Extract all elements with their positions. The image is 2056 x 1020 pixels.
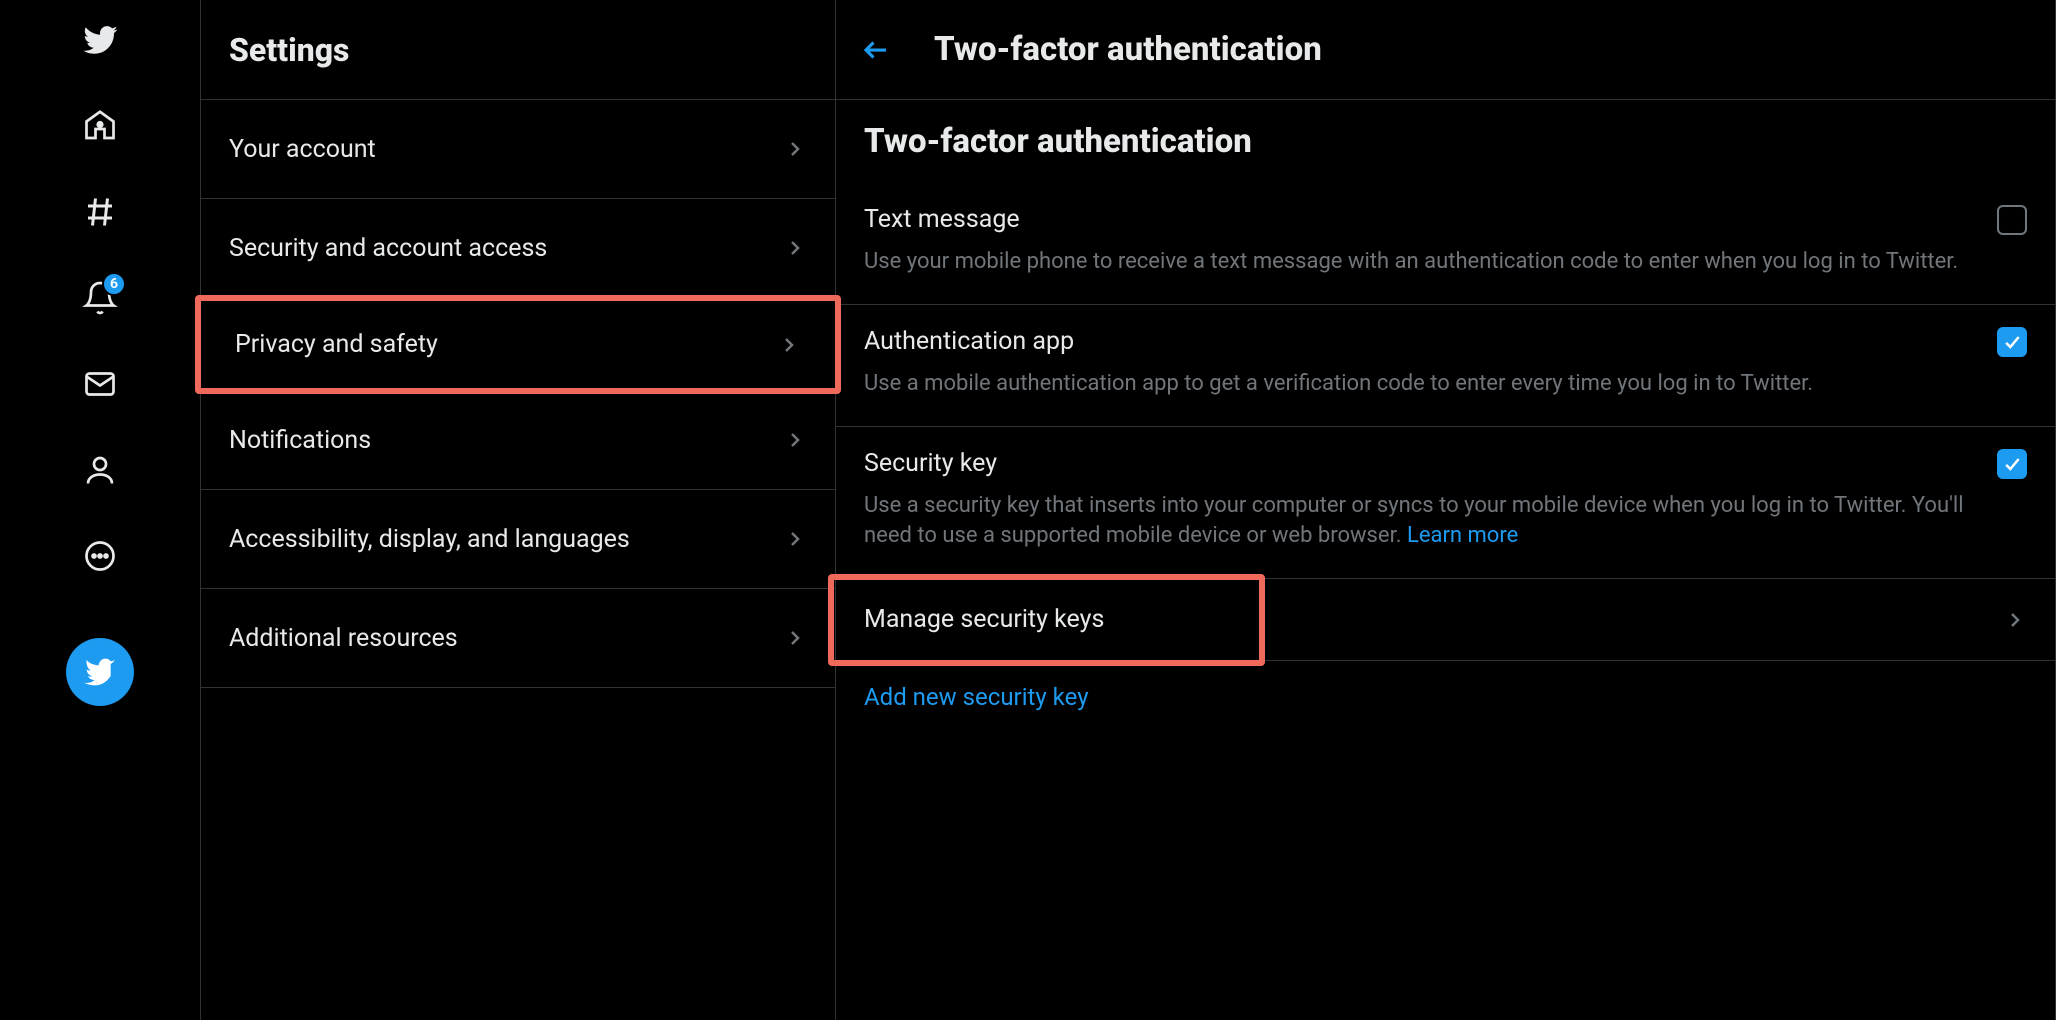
back-button[interactable] [856,30,896,70]
home-icon[interactable] [80,106,120,146]
notifications-icon[interactable]: 6 [80,278,120,318]
main-column: Two-factor authentication Two-factor aut… [836,0,2056,1020]
option-label: Security key [864,449,997,478]
manage-security-keys-item[interactable]: Manage security keys [836,579,2055,661]
auth-app-checkbox[interactable] [1997,327,2027,357]
option-auth-app: Authentication app Use a mobile authenti… [836,305,2055,427]
security-key-checkbox[interactable] [1997,449,2027,479]
section-title: Two-factor authentication [836,100,2055,183]
settings-item-additional[interactable]: Additional resources [201,589,835,688]
option-text-message: Text message Use your mobile phone to re… [836,183,2055,305]
option-description: Use a security key that inserts into you… [864,491,1964,553]
text-message-checkbox[interactable] [1997,205,2027,235]
settings-item-label: Additional resources [229,624,458,653]
settings-item-label: Security and account access [229,234,547,263]
profile-icon[interactable] [80,450,120,490]
page-title: Two-factor authentication [934,30,1322,69]
twitter-logo-icon[interactable] [80,20,120,60]
more-icon[interactable] [80,536,120,576]
chevron-right-icon [783,626,807,650]
settings-title: Settings [201,0,835,100]
compose-tweet-button[interactable] [66,638,134,706]
option-description: Use a mobile authentication app to get a… [864,369,1964,400]
add-security-key-link[interactable]: Add new security key [836,661,2055,733]
option-label: Text message [864,205,1020,234]
explore-icon[interactable] [80,192,120,232]
settings-item-privacy[interactable]: Privacy and safety [195,295,841,394]
icon-sidebar: 6 [0,0,200,1020]
option-security-key: Security key Use a security key that ins… [836,427,2055,580]
manage-label: Manage security keys [864,605,1104,634]
chevron-right-icon [783,137,807,161]
settings-item-label: Privacy and safety [235,330,438,359]
settings-item-label: Accessibility, display, and languages [229,525,630,554]
settings-item-label: Your account [229,135,376,164]
chevron-right-icon [783,236,807,260]
notification-badge: 6 [102,272,126,296]
settings-column: Settings Your account Security and accou… [200,0,836,1020]
settings-item-your-account[interactable]: Your account [201,100,835,199]
main-header: Two-factor authentication [836,0,2055,100]
chevron-right-icon [777,333,801,357]
chevron-right-icon [783,428,807,452]
chevron-right-icon [2003,608,2027,632]
chevron-right-icon [783,527,807,551]
settings-item-security[interactable]: Security and account access [201,199,835,298]
option-label: Authentication app [864,327,1074,356]
messages-icon[interactable] [80,364,120,404]
option-description: Use your mobile phone to receive a text … [864,247,1964,278]
settings-item-accessibility[interactable]: Accessibility, display, and languages [201,490,835,589]
learn-more-link[interactable]: Learn more [1407,523,1518,548]
settings-item-label: Notifications [229,426,371,455]
settings-item-notifications[interactable]: Notifications [201,391,835,490]
